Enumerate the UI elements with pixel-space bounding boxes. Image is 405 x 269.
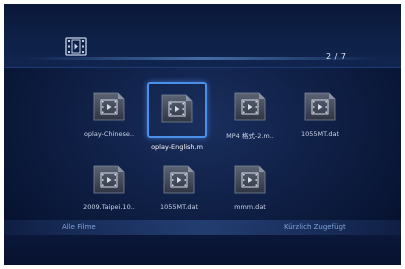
grid-item[interactable]: mmm.dat bbox=[213, 154, 287, 224]
grid-item[interactable]: 2009.Taipei.10.. bbox=[72, 154, 146, 224]
grid-item[interactable]: oplay-Chinese.. bbox=[72, 81, 146, 151]
video-file-icon bbox=[93, 92, 125, 121]
video-file-icon bbox=[234, 92, 266, 121]
header: 2 / 7 bbox=[4, 4, 401, 68]
video-file-icon bbox=[234, 165, 266, 194]
video-file-icon bbox=[161, 94, 193, 123]
file-grid: oplay-Chinese.. oplay-English.m MP4 格式-2… bbox=[4, 67, 401, 222]
grid-item-label: oplay-Chinese.. bbox=[83, 130, 135, 138]
film-icon bbox=[65, 37, 87, 56]
grid-item[interactable]: MP4 格式-2.m.. bbox=[213, 81, 287, 151]
grid-item[interactable]: 1055MT.dat bbox=[142, 154, 216, 224]
category-all-movies[interactable]: Alle Filme bbox=[62, 223, 96, 231]
grid-item-selected[interactable]: oplay-English.m bbox=[147, 81, 221, 151]
media-player-screen: 2 / 7 oplay-Chinese.. oplay-English.m MP… bbox=[4, 4, 401, 265]
video-file-icon bbox=[93, 165, 125, 194]
grid-item-label: 1055MT.dat bbox=[300, 130, 340, 138]
bottom-bar bbox=[4, 235, 401, 265]
category-recently-added[interactable]: Kürzlich Zugefügt bbox=[284, 223, 346, 231]
video-file-icon bbox=[163, 165, 195, 194]
grid-item[interactable]: 1055MT.dat bbox=[283, 81, 357, 151]
grid-item-label: mmm.dat bbox=[234, 203, 266, 211]
grid-item-label: oplay-English.m bbox=[151, 143, 203, 151]
page-counter: 2 / 7 bbox=[326, 52, 347, 61]
video-file-icon bbox=[304, 92, 336, 121]
